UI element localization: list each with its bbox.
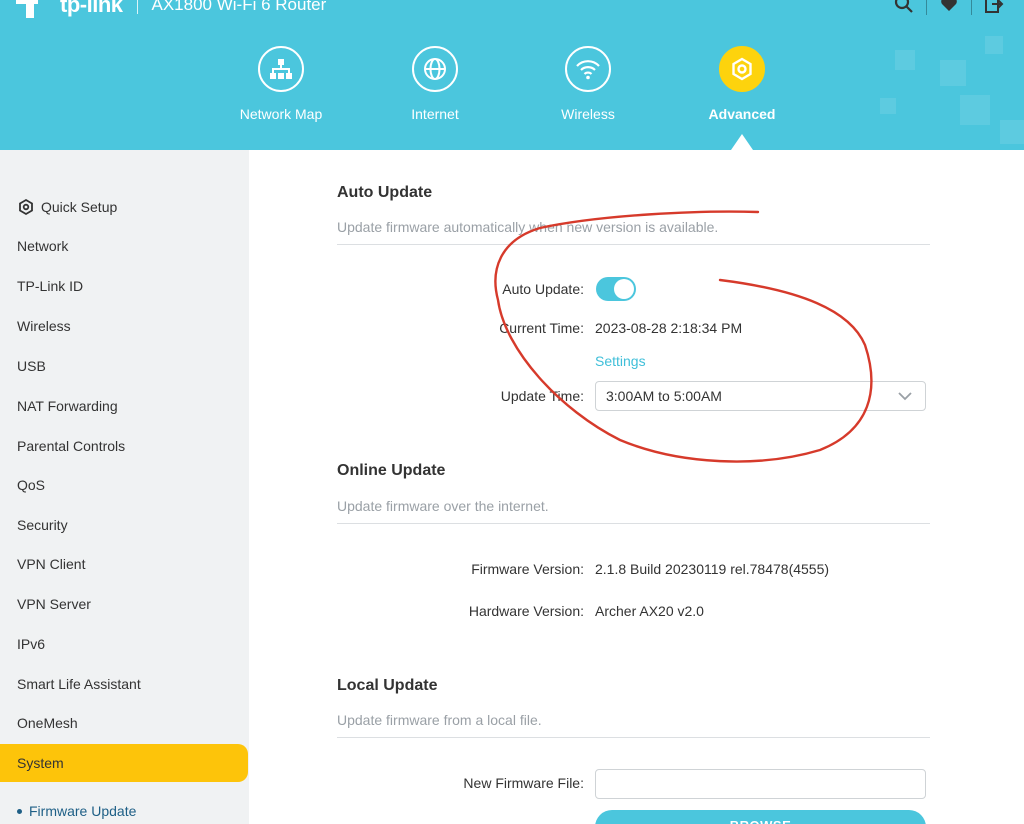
auto-update-toggle[interactable] xyxy=(596,277,636,301)
online-update-desc: Update firmware over the internet. xyxy=(337,498,549,514)
current-time-label: Current Time: xyxy=(499,320,584,336)
header-bar: tp-link AX1800 Wi-Fi 6 Router Network Ma… xyxy=(0,0,1024,150)
search-icon[interactable] xyxy=(894,0,914,19)
sidebar-item-tp-link-id[interactable]: TP-Link ID xyxy=(0,267,249,305)
gear-icon xyxy=(19,198,33,216)
sidebar-item-parental-controls[interactable]: Parental Controls xyxy=(0,427,249,465)
sidebar-item-security[interactable]: Security xyxy=(0,506,249,544)
firmware-version-label: Firmware Version: xyxy=(471,561,584,577)
brand-logo: tp-link AX1800 Wi-Fi 6 Router xyxy=(16,0,326,18)
sidebar-item-usb[interactable]: USB xyxy=(0,347,249,385)
auto-update-label: Auto Update: xyxy=(502,281,584,297)
browse-button[interactable]: BROWSE xyxy=(595,810,926,824)
sidebar-item-network[interactable]: Network xyxy=(0,227,249,265)
chevron-down-icon xyxy=(898,392,912,401)
router-model: AX1800 Wi-Fi 6 Router xyxy=(151,0,327,14)
gear-icon xyxy=(732,57,752,81)
sidebar: Quick Setup Network TP-Link ID Wireless … xyxy=(0,150,249,824)
sidebar-item-onemesh[interactable]: OneMesh xyxy=(0,704,249,742)
sidebar-item-nat-forwarding[interactable]: NAT Forwarding xyxy=(0,387,249,425)
globe-icon xyxy=(424,58,446,80)
firmware-file-input[interactable] xyxy=(595,769,926,799)
top-toolbar xyxy=(894,0,1004,19)
update-time-label: Update Time: xyxy=(500,388,584,404)
sidebar-item-quick-setup[interactable]: Quick Setup xyxy=(0,188,249,226)
local-update-title: Local Update xyxy=(337,677,438,694)
auto-update-desc: Update firmware automatically when new v… xyxy=(337,219,719,235)
sidebar-item-qos[interactable]: QoS xyxy=(0,466,249,504)
hardware-version-value: Archer AX20 v2.0 xyxy=(595,603,704,619)
nav-internet[interactable]: Internet xyxy=(375,46,495,122)
sidebar-subitem-firmware-update[interactable]: Firmware Update xyxy=(17,803,136,819)
firmware-version-value: 2.1.8 Build 20230119 rel.78478(4555) xyxy=(595,561,830,577)
logout-icon[interactable] xyxy=(984,0,1004,19)
sidebar-item-ipv6[interactable]: IPv6 xyxy=(0,625,249,663)
sidebar-item-wireless[interactable]: Wireless xyxy=(0,307,249,345)
wifi-icon xyxy=(576,60,600,80)
nav-wireless[interactable]: Wireless xyxy=(528,46,648,122)
nav-advanced[interactable]: Advanced xyxy=(682,46,802,122)
sidebar-item-vpn-client[interactable]: VPN Client xyxy=(0,545,249,583)
sidebar-item-system[interactable]: System xyxy=(0,744,248,782)
divider xyxy=(337,244,930,245)
online-update-title: Online Update xyxy=(337,462,446,479)
brand-name: tp-link xyxy=(60,0,123,17)
divider xyxy=(337,737,930,738)
new-firmware-file-label: New Firmware File: xyxy=(463,775,584,791)
auto-update-title: Auto Update xyxy=(337,184,433,201)
tp-link-logo-icon xyxy=(16,0,52,18)
main-content: Auto Update Update firmware automaticall… xyxy=(249,150,1024,824)
bullet-dot xyxy=(17,808,22,814)
current-time-value: 2023-08-28 2:18:34 PM xyxy=(595,320,743,336)
heart-icon[interactable] xyxy=(939,0,959,19)
nav-network-map[interactable]: Network Map xyxy=(221,46,341,122)
divider xyxy=(337,523,930,524)
hardware-version-label: Hardware Version: xyxy=(468,603,584,619)
sidebar-item-vpn-server[interactable]: VPN Server xyxy=(0,585,249,623)
network-map-icon xyxy=(270,59,292,79)
settings-link[interactable]: Settings xyxy=(595,353,646,369)
active-nav-pointer xyxy=(731,134,753,150)
update-time-select[interactable]: 3:00AM to 5:00AM xyxy=(595,381,926,411)
local-update-desc: Update firmware from a local file. xyxy=(337,712,542,728)
sidebar-item-smart-life-assistant[interactable]: Smart Life Assistant xyxy=(0,665,249,703)
main-nav: Network Map Internet Wireless Advanced xyxy=(0,46,1024,150)
